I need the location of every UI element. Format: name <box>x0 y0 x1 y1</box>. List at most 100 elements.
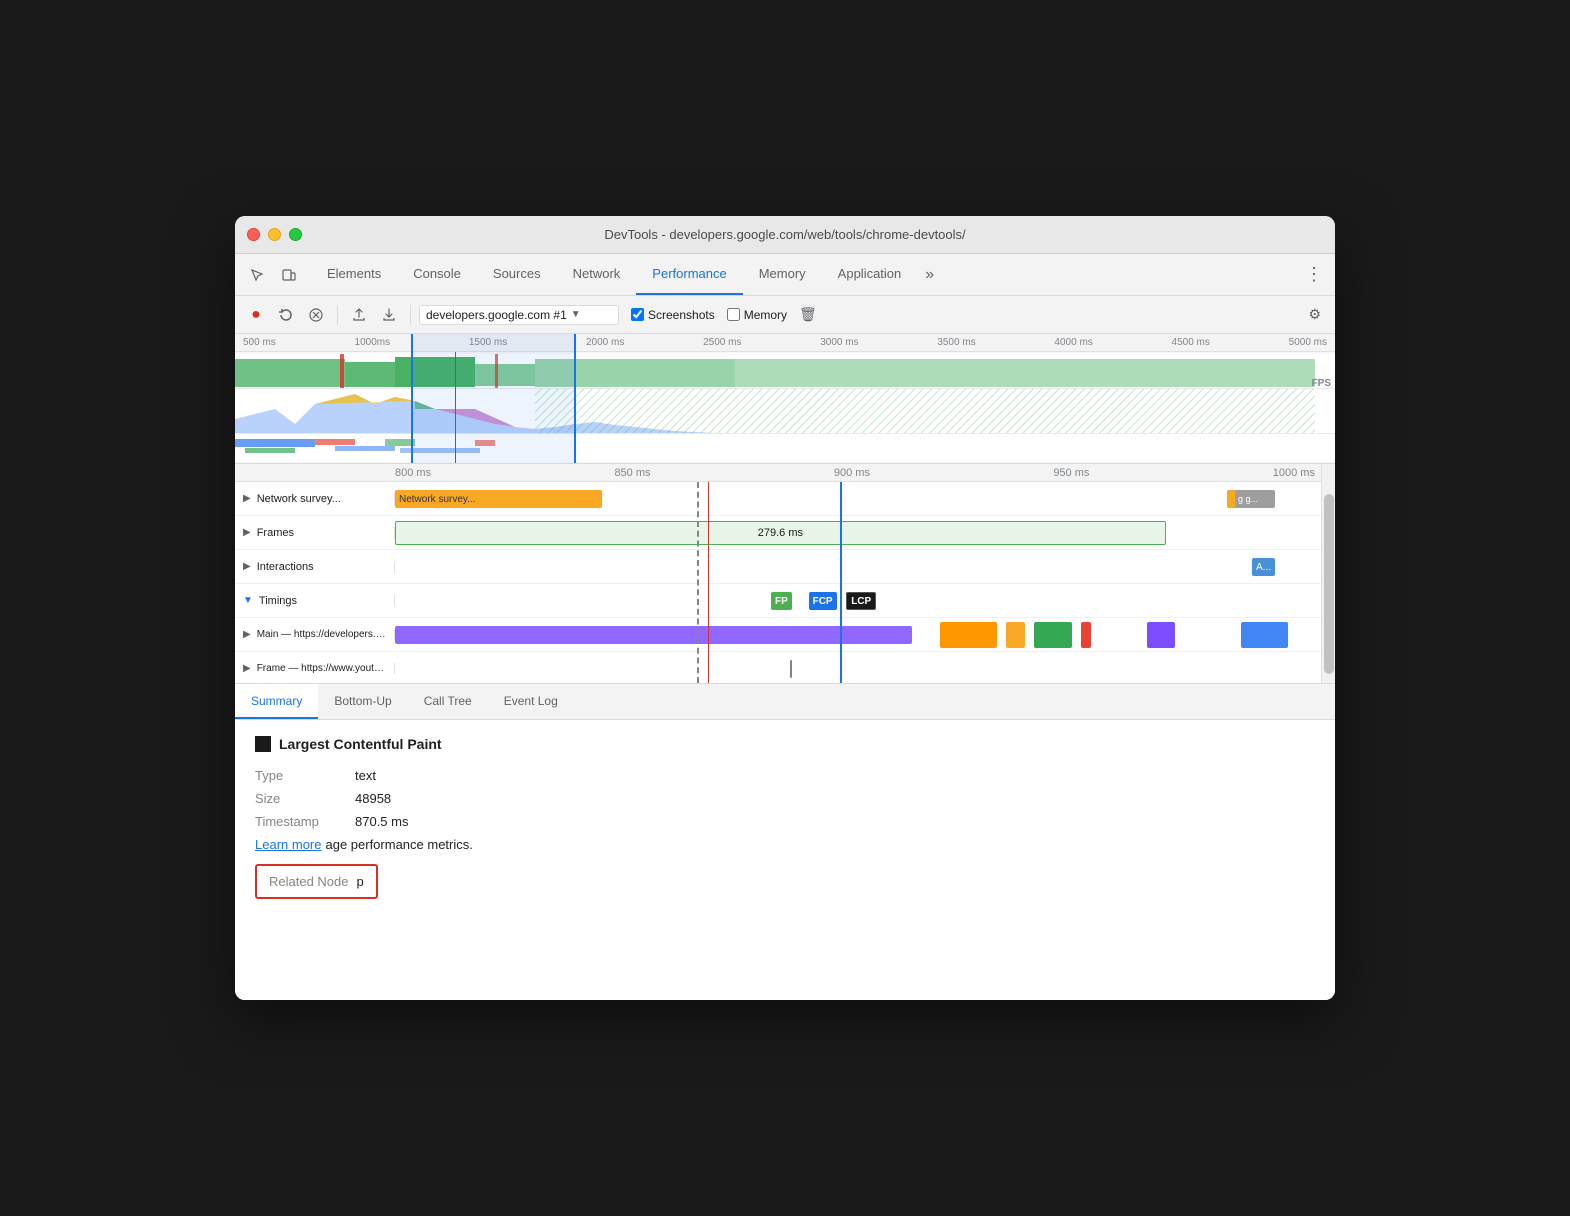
tab-network[interactable]: Network <box>557 254 637 295</box>
selection-region[interactable] <box>411 334 576 463</box>
record-button[interactable]: ● <box>243 302 269 328</box>
tab-sources[interactable]: Sources <box>477 254 557 295</box>
frame-row[interactable]: ▶ Frame — https://www.youtube.com/embed/… <box>235 652 1335 684</box>
tab-summary[interactable]: Summary <box>235 684 318 719</box>
frames-expand-icon[interactable]: ▶ <box>243 527 251 538</box>
related-node-value: p <box>357 874 364 889</box>
reload-profile-button[interactable] <box>273 302 299 328</box>
frames-row[interactable]: ▶ Frames 279.6 ms <box>235 516 1335 550</box>
type-row: Type text <box>255 768 1315 783</box>
tab-call-tree[interactable]: Call Tree <box>408 684 488 719</box>
timings-row[interactable]: ▼ Timings FP FCP LCP <box>235 584 1335 618</box>
timestamp-row: Timestamp 870.5 ms <box>255 814 1315 829</box>
trash-button[interactable]: 🗑 <box>799 306 817 323</box>
memory-checkbox-label[interactable]: Memory <box>727 308 787 322</box>
tab-bottom-up[interactable]: Bottom-Up <box>318 684 407 719</box>
maximize-button[interactable] <box>289 228 302 241</box>
device-toggle-icon[interactable] <box>275 261 303 289</box>
network-survey-row[interactable]: ▶ Network survey... Network survey... g … <box>235 482 1335 516</box>
close-button[interactable] <box>247 228 260 241</box>
minimize-button[interactable] <box>268 228 281 241</box>
timings-expand-icon[interactable]: ▼ <box>243 595 253 606</box>
network-survey-label: ▶ Network survey... <box>235 493 395 505</box>
size-value: 48958 <box>355 791 391 806</box>
detail-timeline[interactable]: 800 ms 850 ms 900 ms 950 ms 1000 ms ▶ Ne <box>235 464 1335 684</box>
network-bar-small-2: g g... <box>1235 490 1275 508</box>
tab-elements[interactable]: Elements <box>311 254 397 295</box>
scrollbar-thumb[interactable] <box>1324 494 1334 674</box>
main-blue-block <box>1241 622 1288 648</box>
fcp-badge: FCP <box>809 592 837 610</box>
tab-console[interactable]: Console <box>397 254 477 295</box>
download-button[interactable] <box>376 302 402 328</box>
main-content[interactable] <box>395 618 1335 651</box>
main-expand-icon[interactable]: ▶ <box>243 629 251 640</box>
main-purple-block2 <box>1147 622 1175 648</box>
main-yellow-block <box>1006 622 1025 648</box>
main-row[interactable]: ▶ Main — https://developers.google.com/w… <box>235 618 1335 652</box>
detail-title: Largest Contentful Paint <box>255 736 1315 752</box>
frames-text: Frames <box>257 527 294 539</box>
frame-expand-icon[interactable]: ▶ <box>243 663 251 674</box>
interactions-text: Interactions <box>257 561 314 573</box>
frames-label: ▶ Frames <box>235 527 395 539</box>
checkbox-group: Screenshots Memory 🗑 <box>631 306 817 323</box>
more-tabs-button[interactable]: » <box>917 254 942 295</box>
description-text: age performance metrics. <box>325 837 472 852</box>
frame-content[interactable] <box>395 652 1335 684</box>
related-node-container: Related Node p <box>255 864 1315 899</box>
performance-toolbar: ● <box>235 296 1335 334</box>
tab-performance[interactable]: Performance <box>636 254 742 295</box>
related-node-label: Related Node <box>269 874 349 889</box>
lcp-title-icon <box>255 736 271 752</box>
titlebar: DevTools - developers.google.com/web/too… <box>235 216 1335 254</box>
devtools-window: DevTools - developers.google.com/web/too… <box>235 216 1335 1000</box>
frames-content[interactable]: 279.6 ms <box>395 516 1335 549</box>
toolbar-divider-2 <box>410 305 411 325</box>
cursor-icon[interactable] <box>243 261 271 289</box>
main-text: Main — https://developers.google.com/web… <box>257 629 386 640</box>
frame-label: ▶ Frame — https://www.youtube.com/embed/… <box>235 663 395 674</box>
interaction-a-badge: A... <box>1252 558 1275 576</box>
detail-panel: Largest Contentful Paint Type text Size … <box>235 720 1335 1000</box>
network-expand-icon[interactable]: ▶ <box>243 493 251 504</box>
fp-badge: FP <box>771 592 792 610</box>
tab-memory[interactable]: Memory <box>743 254 822 295</box>
upload-button[interactable] <box>346 302 372 328</box>
related-node-box[interactable]: Related Node p <box>255 864 378 899</box>
detail-ruler: 800 ms 850 ms 900 ms 950 ms 1000 ms <box>235 464 1335 482</box>
frames-bar: 279.6 ms <box>395 521 1166 545</box>
memory-checkbox[interactable] <box>727 308 740 321</box>
main-green-block <box>1034 622 1072 648</box>
tabs-list: Elements Console Sources Network Perform… <box>311 254 1292 295</box>
description-link[interactable]: Learn more <box>255 837 321 852</box>
ruler-marks: 500 ms 1000ms 1500 ms 2000 ms 2500 ms 30… <box>243 337 1327 348</box>
traffic-lights <box>247 228 302 241</box>
main-red-block <box>1081 622 1090 648</box>
interactions-expand-icon[interactable]: ▶ <box>243 561 251 572</box>
timeline-scrollbar[interactable] <box>1321 464 1335 683</box>
network-survey-content[interactable]: Network survey... g g... <box>395 482 1335 515</box>
bottom-tabs: Summary Bottom-Up Call Tree Event Log <box>235 684 1335 720</box>
timeline-overview[interactable]: 500 ms 1000ms 1500 ms 2000 ms 2500 ms 30… <box>235 334 1335 464</box>
timing-red-line <box>708 482 709 683</box>
url-selector[interactable]: developers.google.com #1 ▼ <box>419 305 619 325</box>
timings-label: ▼ Timings <box>235 595 395 607</box>
interactions-content[interactable]: A... <box>395 550 1335 583</box>
frame-marker <box>790 660 792 678</box>
detail-ruler-marks: 800 ms 850 ms 900 ms 950 ms 1000 ms <box>395 467 1335 479</box>
settings-button[interactable]: ⚙ <box>1302 302 1327 327</box>
overview-ruler: 500 ms 1000ms 1500 ms 2000 ms 2500 ms 30… <box>235 334 1335 352</box>
screenshots-checkbox[interactable] <box>631 308 644 321</box>
fps-label: FPS <box>1312 378 1331 389</box>
tab-event-log[interactable]: Event Log <box>488 684 574 719</box>
net-track: NET <box>235 434 1335 462</box>
url-selector-arrow: ▼ <box>571 309 581 320</box>
interactions-row[interactable]: ▶ Interactions A... <box>235 550 1335 584</box>
devtools-menu-button[interactable]: ⋮ <box>1301 264 1327 285</box>
window-title: DevTools - developers.google.com/web/too… <box>604 227 965 242</box>
timings-content[interactable]: FP FCP LCP <box>395 584 1335 617</box>
clear-button[interactable] <box>303 302 329 328</box>
screenshots-checkbox-label[interactable]: Screenshots <box>631 308 715 322</box>
tab-application[interactable]: Application <box>822 254 918 295</box>
